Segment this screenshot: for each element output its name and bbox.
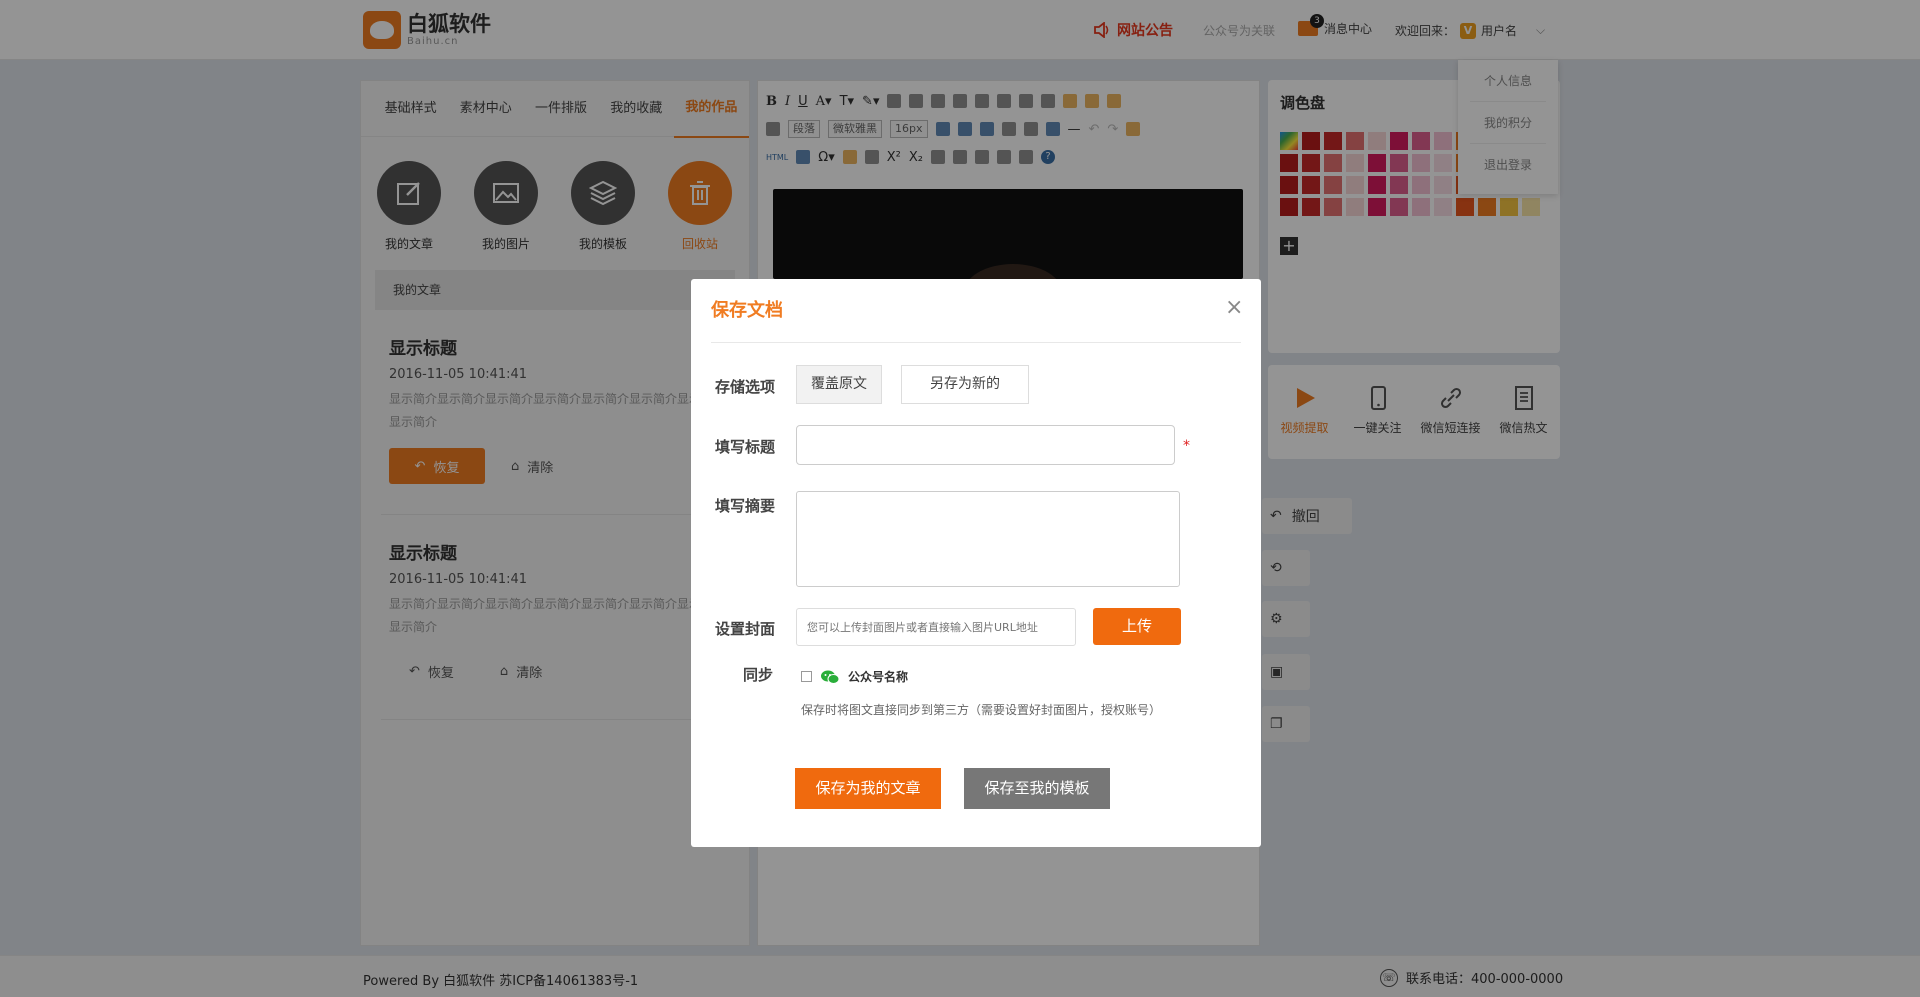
title-input[interactable] — [796, 425, 1175, 465]
cover-label: 设置封面 — [715, 620, 776, 638]
close-icon[interactable]: × — [1225, 297, 1243, 319]
save-to-my-template-button[interactable]: 保存至我的模板 — [964, 768, 1110, 809]
wechat-icon — [821, 670, 840, 684]
save-document-dialog: 保存文档 × 存储选项 覆盖原文 另存为新的 填写标题 * 填写摘要 设置封面 … — [691, 279, 1261, 847]
title-label: 填写标题 — [715, 438, 776, 456]
required-mark: * — [1183, 438, 1190, 454]
overwrite-original-option[interactable]: 覆盖原文 — [796, 365, 882, 404]
sync-option: 公众号名称 — [801, 668, 908, 685]
sync-hint: 保存时将图文直接同步到第三方（需要设置好封面图片，授权账号） — [801, 703, 1162, 717]
upload-button[interactable]: 上传 — [1093, 608, 1181, 645]
cover-url-input[interactable] — [796, 608, 1076, 646]
save-as-new-option[interactable]: 另存为新的 — [901, 365, 1029, 404]
save-as-my-article-button[interactable]: 保存为我的文章 — [795, 768, 941, 809]
summary-textarea[interactable] — [796, 491, 1180, 587]
dialog-title: 保存文档 — [711, 300, 783, 321]
summary-label: 填写摘要 — [715, 497, 776, 515]
dialog-divider — [711, 342, 1241, 343]
sync-account-name: 公众号名称 — [848, 670, 909, 684]
sync-checkbox[interactable] — [801, 671, 812, 682]
sync-label: 同步 — [743, 666, 774, 684]
storage-option-label: 存储选项 — [715, 378, 776, 396]
